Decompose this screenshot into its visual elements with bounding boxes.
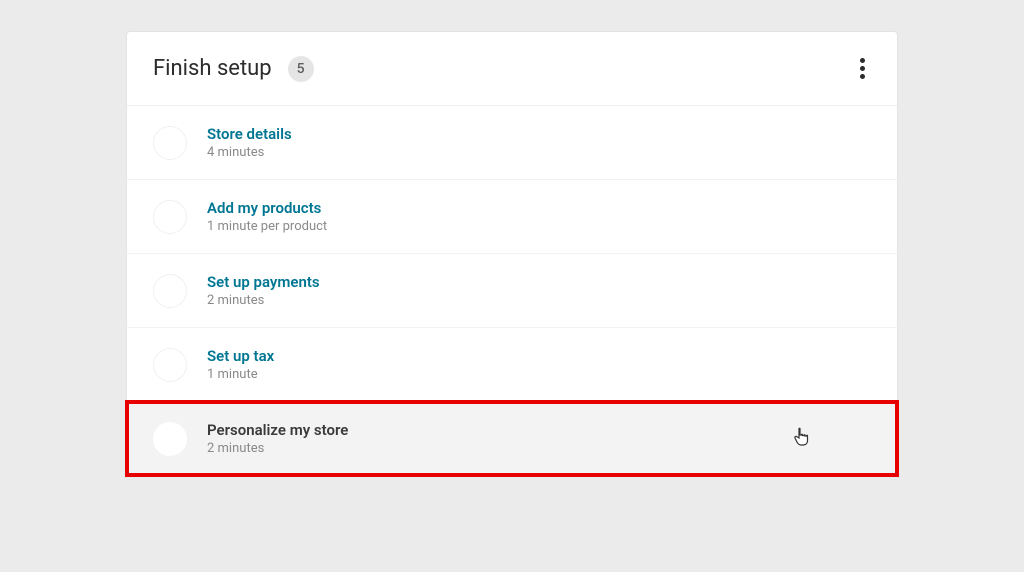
task-status-circle — [153, 126, 187, 160]
task-store-details[interactable]: Store details 4 minutes — [127, 106, 897, 180]
task-list: Store details 4 minutes Add my products … — [127, 106, 897, 475]
task-meta: 4 minutes — [207, 145, 292, 160]
task-title: Add my products — [207, 199, 327, 217]
task-meta: 2 minutes — [207, 293, 320, 308]
task-status-circle — [153, 422, 187, 456]
tasks-count-badge: 5 — [288, 56, 314, 82]
task-meta: 1 minute — [207, 367, 274, 382]
task-title: Set up payments — [207, 273, 320, 291]
more-options-button[interactable] — [854, 52, 871, 85]
task-status-circle — [153, 200, 187, 234]
task-status-circle — [153, 274, 187, 308]
card-title: Finish setup — [153, 56, 272, 81]
setup-card: Finish setup 5 Store details 4 minutes A… — [127, 32, 897, 475]
pointer-cursor-icon — [793, 427, 811, 451]
task-title: Store details — [207, 125, 292, 143]
card-header: Finish setup 5 — [127, 32, 897, 106]
task-personalize-store[interactable]: Personalize my store 2 minutes — [127, 402, 897, 475]
task-content: Personalize my store 2 minutes — [207, 421, 348, 456]
task-content: Set up tax 1 minute — [207, 347, 274, 382]
task-content: Store details 4 minutes — [207, 125, 292, 160]
task-meta: 1 minute per product — [207, 219, 327, 234]
task-setup-payments[interactable]: Set up payments 2 minutes — [127, 254, 897, 328]
task-content: Set up payments 2 minutes — [207, 273, 320, 308]
task-content: Add my products 1 minute per product — [207, 199, 327, 234]
ellipsis-icon — [860, 66, 865, 71]
ellipsis-icon — [860, 58, 865, 63]
ellipsis-icon — [860, 74, 865, 79]
task-status-circle — [153, 348, 187, 382]
task-setup-tax[interactable]: Set up tax 1 minute — [127, 328, 897, 402]
task-meta: 2 minutes — [207, 441, 348, 456]
task-add-products[interactable]: Add my products 1 minute per product — [127, 180, 897, 254]
task-title: Personalize my store — [207, 421, 348, 439]
task-title: Set up tax — [207, 347, 274, 365]
